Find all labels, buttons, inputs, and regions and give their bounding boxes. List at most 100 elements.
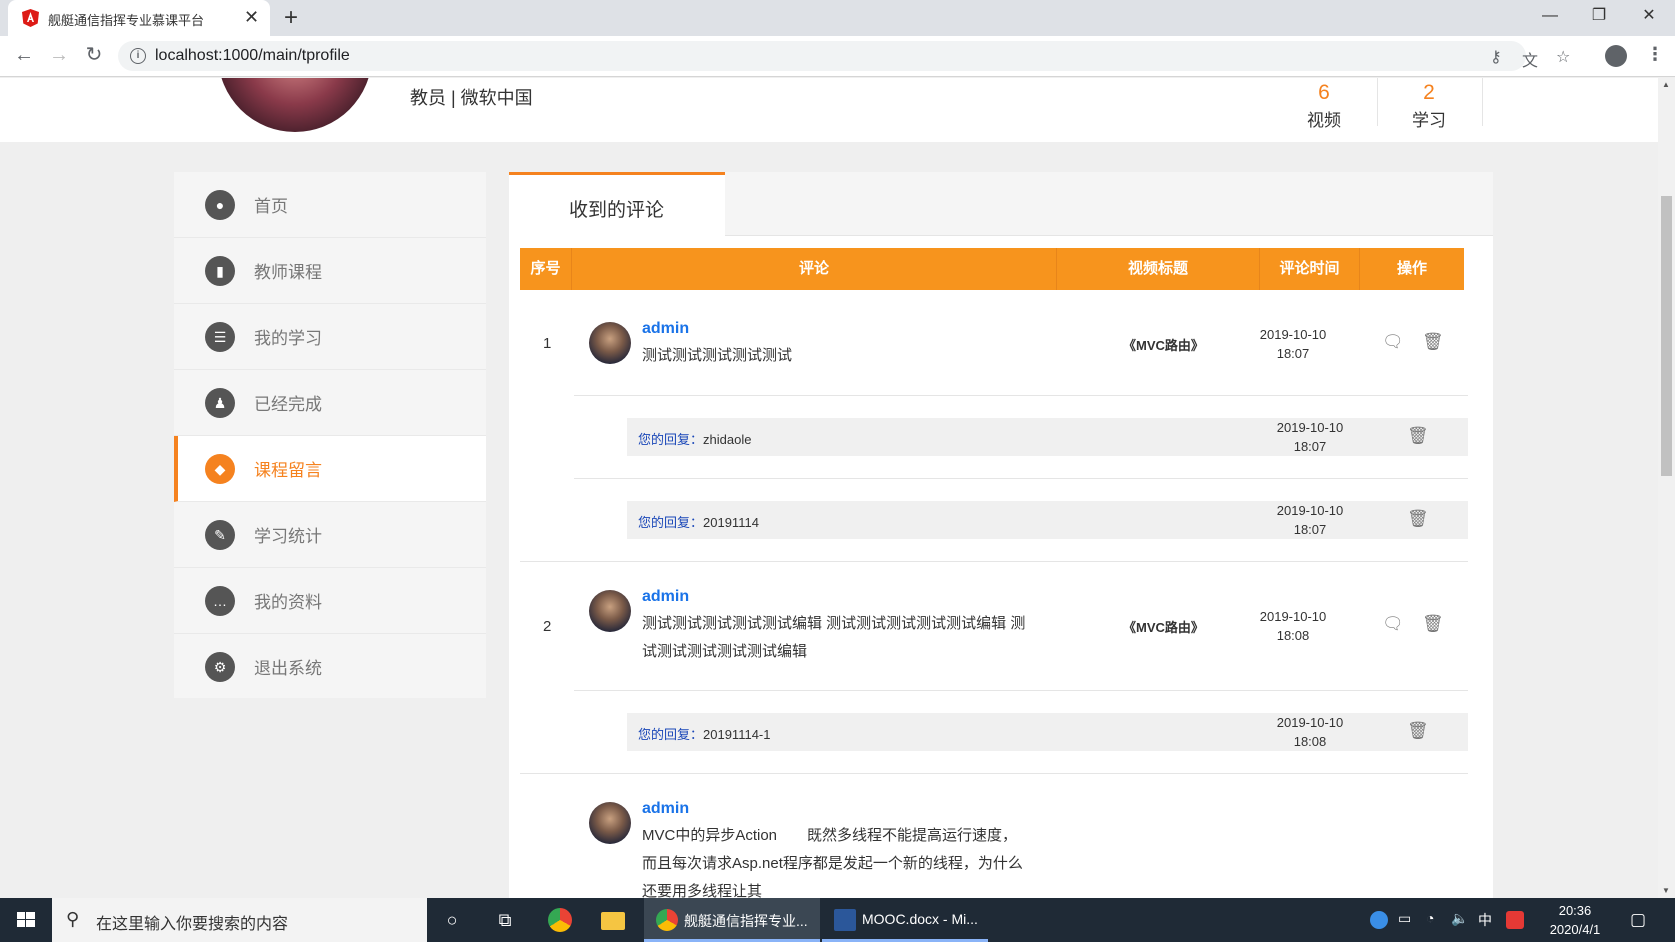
scroll-up-arrow-icon[interactable]: ▲: [1662, 80, 1670, 89]
comment-text: 测试测试测试测试测试: [642, 347, 793, 364]
reply-label: 您的回复：zhidaole: [638, 432, 752, 447]
reply-date: 2019-10-10: [1276, 715, 1344, 730]
delete-icon[interactable]: 🗑: [1422, 614, 1444, 634]
profile-icon[interactable]: [1605, 45, 1627, 67]
restore-button[interactable]: ❐: [1576, 4, 1622, 28]
comment-text-line: 试测试测试测试测试编辑: [642, 643, 808, 660]
delete-icon[interactable]: 🗑: [1407, 721, 1429, 741]
delete-icon[interactable]: 🗑: [1407, 426, 1429, 446]
close-tab-icon[interactable]: ✕: [244, 7, 259, 27]
word-icon: [834, 909, 856, 931]
reply-time: 2019-10-10 18:07: [1265, 418, 1355, 456]
sidebar-item-teacher-courses[interactable]: ▮ 教师课程: [174, 238, 486, 304]
omnibox[interactable]: i localhost:1000/main/tprofile ⚷ 文 ☆: [118, 41, 1570, 71]
reply-icon[interactable]: 🗨: [1382, 332, 1404, 352]
windows-taskbar: ⚲ 在这里输入你要搜索的内容 ○ ⧉ 舰艇通信指挥专业... MOOC.docx…: [0, 898, 1675, 942]
reply-row: 您的回复：zhidaole 2019-10-10 18:07 🗑: [627, 418, 1468, 456]
commenter-name[interactable]: admin: [642, 588, 689, 606]
back-button[interactable]: ←: [12, 43, 36, 67]
comment-text: MVC中的异步Action 既然多线程不能提高运行速度， 而且每次请求Asp.n…: [642, 822, 1062, 898]
sidebar-nav: ● 首页 ▮ 教师课程 ☰ 我的学习 ♟ 已经完成 ◆ 课程留言 ✎ 学习统计 …: [174, 172, 486, 698]
page-scrollbar[interactable]: ▲ ▼: [1658, 78, 1675, 898]
scroll-down-arrow-icon[interactable]: ▼: [1662, 886, 1670, 895]
sidebar-item-label: 我的学习: [254, 329, 322, 349]
sidebar-item-logout[interactable]: ⚙ 退出系统: [174, 634, 486, 700]
comment-text-line: 测试测试测试测试测试编辑 测试测试测试测试测试编辑 测: [642, 615, 1026, 632]
volume-icon[interactable]: 🔈: [1451, 910, 1468, 927]
taskbar-app-chrome[interactable]: 舰艇通信指挥专业...: [644, 898, 820, 942]
sidebar-item-completed[interactable]: ♟ 已经完成: [174, 370, 486, 436]
sidebar-item-statistics[interactable]: ✎ 学习统计: [174, 502, 486, 568]
stat-learning[interactable]: 2 学习: [1377, 78, 1481, 134]
wifi-icon[interactable]: ◔: [1426, 910, 1434, 926]
column-header-index: 序号: [520, 248, 572, 290]
key-icon[interactable]: ⚷: [1490, 47, 1502, 67]
reload-button[interactable]: ↻: [82, 43, 106, 67]
start-button[interactable]: [0, 898, 52, 942]
ime-indicator[interactable]: 中: [1478, 910, 1492, 930]
sidebar-item-course-messages[interactable]: ◆ 课程留言: [174, 436, 486, 502]
sidebar-item-label: 课程留言: [254, 461, 322, 481]
reply-icon[interactable]: 🗨: [1382, 614, 1404, 634]
comment-text-line: MVC中的异步Action 既然多线程不能提高运行速度，: [642, 827, 1018, 844]
tab-received-comments[interactable]: 收到的评论: [509, 172, 725, 236]
stat-learning-label: 学习: [1412, 111, 1446, 130]
windows-logo-icon: [17, 912, 35, 927]
network-app-icon[interactable]: [1370, 911, 1388, 929]
delete-icon[interactable]: 🗑: [1407, 509, 1429, 529]
profile-header: 教员 | 微软中国 6 视频 2 学习: [0, 78, 1658, 142]
bookmark-star-icon[interactable]: ☆: [1556, 47, 1570, 67]
sidebar-item-label: 首页: [254, 197, 288, 217]
reply-label: 您的回复：20191114: [638, 515, 759, 530]
video-title[interactable]: 《MVC路由》: [1123, 335, 1204, 354]
search-icon: ⚲: [66, 909, 80, 929]
teacher-avatar: [218, 78, 372, 132]
file-explorer-icon[interactable]: [601, 912, 625, 930]
commenter-name[interactable]: admin: [642, 320, 689, 338]
video-title[interactable]: 《MVC路由》: [1123, 617, 1204, 636]
sidebar-item-my-profile[interactable]: … 我的资料: [174, 568, 486, 634]
comment-text: 测试测试测试测试测试编辑 测试测试测试测试测试编辑 测 试测试测试测试测试编辑: [642, 610, 1062, 666]
stat-learning-count: 2: [1423, 81, 1435, 104]
scroll-thumb[interactable]: [1661, 196, 1672, 476]
window-close-button[interactable]: ✕: [1626, 4, 1672, 28]
reply-clock: 18:07: [1293, 439, 1327, 454]
comment-clock: 18:07: [1276, 346, 1310, 361]
taskbar-search[interactable]: ⚲ 在这里输入你要搜索的内容: [52, 898, 427, 942]
sidebar-item-label: 教师课程: [254, 263, 322, 283]
divider: [574, 478, 1468, 479]
forward-button[interactable]: →: [47, 43, 71, 67]
browser-tab[interactable]: 舰艇通信指挥专业慕课平台 ✕: [8, 0, 270, 36]
task-view-icon[interactable]: ⧉: [493, 908, 517, 932]
cortana-icon[interactable]: ○: [440, 908, 464, 932]
column-header-video-title: 视频标题: [1057, 248, 1260, 290]
battery-icon[interactable]: ▭: [1398, 910, 1411, 927]
clock-time: 20:36: [1558, 903, 1592, 918]
site-info-icon[interactable]: i: [130, 48, 146, 64]
browser-menu-icon[interactable]: ⋮: [1646, 44, 1664, 65]
stat-videos[interactable]: 6 视频: [1272, 78, 1376, 134]
stat-videos-label: 视频: [1307, 111, 1341, 130]
sidebar-item-my-learning[interactable]: ☰ 我的学习: [174, 304, 486, 370]
sidebar-item-home[interactable]: ● 首页: [174, 172, 486, 238]
comment-time: 2019-10-10 18:08: [1248, 607, 1338, 645]
browser-tabbar: 舰艇通信指挥专业慕课平台 ✕ + — ❐ ✕: [0, 0, 1675, 36]
column-header-comment-time: 评论时间: [1260, 248, 1360, 290]
reply-text: zhidaole: [703, 432, 752, 447]
reply-time: 2019-10-10 18:08: [1265, 713, 1355, 751]
delete-icon[interactable]: 🗑: [1422, 332, 1444, 352]
reply-date: 2019-10-10: [1276, 420, 1344, 435]
chrome-icon: [656, 909, 678, 931]
sogou-icon[interactable]: [1506, 911, 1524, 929]
minimize-button[interactable]: —: [1527, 4, 1573, 28]
taskbar-app-label: MOOC.docx - Mi...: [862, 911, 978, 927]
new-tab-button[interactable]: +: [284, 4, 298, 32]
divider: [574, 395, 1468, 396]
notification-icon[interactable]: ▢: [1630, 910, 1646, 930]
taskbar-clock[interactable]: 20:36 2020/4/1: [1535, 901, 1615, 939]
taskbar-app-word[interactable]: MOOC.docx - Mi...: [822, 898, 988, 942]
translate-icon[interactable]: 文: [1522, 47, 1538, 71]
chrome-icon[interactable]: [548, 908, 572, 932]
commenter-name[interactable]: admin: [642, 800, 689, 818]
url-text[interactable]: localhost:1000/main/tprofile: [155, 47, 350, 65]
